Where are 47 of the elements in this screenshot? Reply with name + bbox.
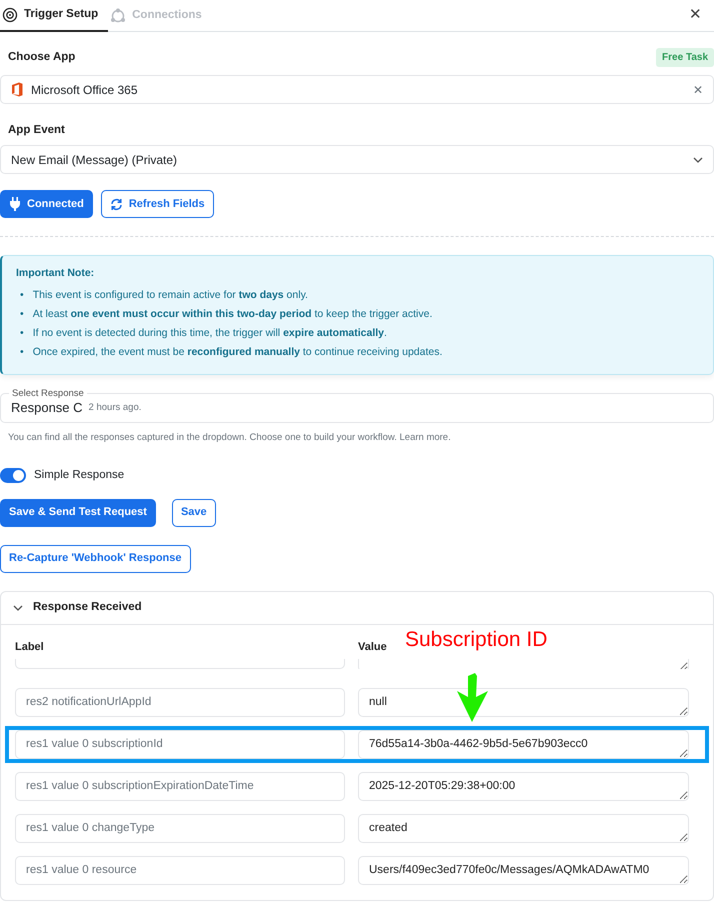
office-icon (11, 82, 23, 97)
value-field[interactable]: null (358, 688, 689, 717)
recapture-button[interactable]: Re-Capture 'Webhook' Response (0, 544, 190, 572)
connected-button[interactable]: Connected (0, 190, 93, 218)
label-field: res2 notificationUrlAppId (15, 688, 345, 717)
save-button[interactable]: Save (172, 498, 216, 526)
note-item: If no event is detected during this time, the trigger will expire automatically. (32, 326, 387, 341)
toggle-label: Simple Response (34, 468, 124, 484)
app-select-field[interactable]: Microsoft Office 365 ✕ (0, 75, 714, 104)
save-send-button[interactable]: Save & Send Test Request (0, 498, 156, 526)
label-field: res1 value 0 changeType (15, 814, 345, 843)
tab[interactable]: Trigger Setup (0, 0, 108, 32)
field-label: App Event (7, 123, 66, 138)
note-item: At least one event must occur within this two-day period to keep the trigger active. (32, 307, 432, 322)
field-label: Choose App (8, 50, 76, 65)
value-field[interactable]: 2025-12-20T05:29:38+00:00 (358, 772, 689, 801)
label-field: res1 value 0 subscriptionExpirationDateTime (15, 772, 345, 801)
plug-icon (9, 197, 21, 212)
value-field[interactable]: created (358, 814, 689, 843)
note-item: This event is configured to remain active for two days only. (32, 288, 308, 303)
free-task-badge: Free Task (656, 48, 714, 67)
close-button[interactable]: ✕ (689, 4, 702, 27)
bullet-mark: • (20, 307, 24, 322)
bullet-mark: • (20, 288, 24, 303)
response-header[interactable]: Response Received (1, 592, 713, 624)
note-title: Important Note: (16, 266, 96, 282)
help-text: You can find all the responses captured in the dropdown. Choose one to build your workflow. Learn more. (7, 431, 452, 445)
app-event-select[interactable]: New Email (Message) (Private) (0, 145, 714, 174)
label-field: res1 value 0 subscriptionId (15, 730, 345, 759)
column-header: Label (15, 640, 45, 654)
refresh-icon (110, 198, 123, 211)
chevron-down-icon (13, 604, 23, 610)
refresh-fields-button[interactable]: Refresh Fields (100, 190, 214, 218)
note-item: Once expired, the event must be reconfigured manually to continue receiving updates. (32, 345, 442, 360)
chevron-down-icon (693, 156, 703, 163)
bullet-mark: • (20, 326, 24, 341)
value-field[interactable]: Users/f409ec3ed770fe0c/Messages/AQMkADAwATM0 (358, 856, 689, 885)
toggle-switch[interactable] (0, 468, 26, 484)
column-header: Value (358, 640, 387, 654)
clear-icon: ✕ (693, 80, 703, 98)
annotation-text: Subscription ID (405, 629, 548, 650)
value-field[interactable]: 76d55a14-3b0a-4462-9b5d-5e67b903ecc0 (358, 730, 689, 759)
connections-icon (110, 8, 126, 24)
timestamp: 2 hours ago. (88, 400, 142, 415)
bullet-mark: • (20, 345, 24, 360)
annotation-arrow (455, 673, 491, 723)
label-field: res1 value 0 resource (15, 856, 345, 885)
